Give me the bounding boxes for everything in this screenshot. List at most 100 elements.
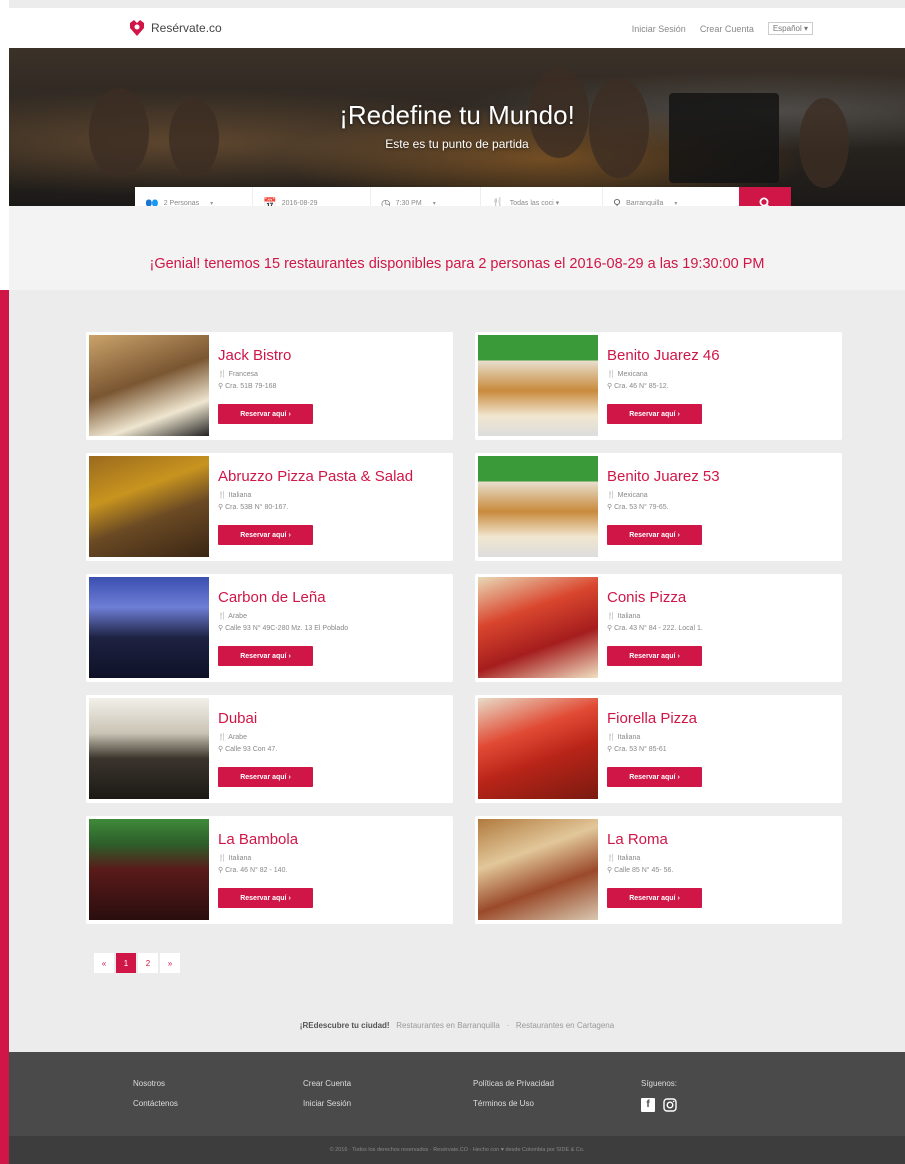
footer-column-2: Crear Cuenta Iniciar Sesión	[303, 1074, 351, 1114]
about-link[interactable]: Nosotros	[133, 1074, 178, 1094]
restaurant-address: ⚲ Cra. 53 N° 79-65.	[607, 504, 669, 511]
instagram-icon[interactable]	[663, 1098, 677, 1112]
reserve-button[interactable]: Reservar aquí ›	[607, 404, 702, 424]
restaurant-cuisine: 🍴 Arabe	[218, 613, 247, 620]
restaurant-photo	[478, 456, 598, 557]
restaurant-cuisine: 🍴 Italiana	[607, 613, 641, 620]
restaurant-photo	[89, 456, 209, 557]
availability-message: ¡Genial! tenemos 15 restaurantes disponi…	[149, 256, 765, 272]
restaurant-cuisine: 🍴 Italiana	[607, 734, 641, 741]
reserve-button[interactable]: Reservar aquí ›	[218, 767, 313, 787]
restaurant-address: ⚲ Cra. 53B N° 80-167.	[218, 504, 289, 511]
pagination-next[interactable]: »	[160, 953, 180, 973]
logo-icon	[130, 20, 144, 36]
restaurant-name[interactable]: La Roma	[607, 831, 668, 848]
restaurant-address: ⚲ Cra. 51B 79-168	[218, 383, 277, 390]
restaurant-card: Abruzzo Pizza Pasta & Salad 🍴 Italiana ⚲…	[86, 453, 453, 561]
footer-signup-link[interactable]: Crear Cuenta	[303, 1074, 351, 1094]
restaurant-card: Benito Juarez 46 🍴 Mexicana ⚲ Cra. 46 N°…	[475, 332, 842, 440]
restaurant-card: Conis Pizza 🍴 Italiana ⚲ Cra. 43 N° 84 -…	[475, 574, 842, 682]
reserve-button[interactable]: Reservar aquí ›	[218, 888, 313, 908]
barranquilla-link[interactable]: Restaurantes en Barranquilla	[396, 1021, 500, 1030]
restaurant-name[interactable]: Carbon de Leña	[218, 589, 326, 606]
reserve-button[interactable]: Reservar aquí ›	[218, 646, 313, 666]
restaurant-name[interactable]: Fiorella Pizza	[607, 710, 697, 727]
restaurant-cuisine: 🍴 Mexicana	[607, 371, 648, 378]
logo-text: Resérvate.co	[151, 21, 222, 35]
restaurant-card: La Roma 🍴 Italiana ⚲ Calle 85 N° 45- 56.…	[475, 816, 842, 924]
restaurant-photo	[89, 698, 209, 799]
restaurant-photo	[89, 577, 209, 678]
restaurant-photo	[478, 819, 598, 920]
contact-link[interactable]: Contáctenos	[133, 1094, 178, 1114]
footer-login-link[interactable]: Iniciar Sesión	[303, 1094, 351, 1114]
separator: ·	[506, 1021, 510, 1030]
restaurant-address: ⚲ Calle 93 Con 47.	[218, 746, 278, 753]
footer-column-3: Políticas de Privacidad Términos de Uso	[473, 1074, 554, 1114]
restaurant-address: ⚲ Cra. 43 N° 84 - 222. Local 1.	[607, 625, 703, 632]
restaurant-cuisine: 🍴 Italiana	[218, 855, 252, 862]
restaurant-cuisine: 🍴 Francesa	[218, 371, 258, 378]
restaurant-cuisine: 🍴 Arabe	[218, 734, 247, 741]
hero-banner: ¡Redefine tu Mundo! Este es tu punto de …	[9, 48, 905, 206]
reserve-button[interactable]: Reservar aquí ›	[607, 767, 702, 787]
restaurant-name[interactable]: Benito Juarez 46	[607, 347, 720, 364]
pagination-page-1[interactable]: 1	[116, 953, 136, 973]
privacy-link[interactable]: Políticas de Privacidad	[473, 1074, 554, 1094]
restaurant-name[interactable]: Abruzzo Pizza Pasta & Salad	[218, 468, 413, 485]
pagination-page-2[interactable]: 2	[138, 953, 158, 973]
footer-column-1: Nosotros Contáctenos	[133, 1074, 178, 1114]
hero-subtitle: Este es tu punto de partida	[385, 137, 529, 151]
reserve-button[interactable]: Reservar aquí ›	[218, 525, 313, 545]
pagination: « 1 2 »	[94, 953, 180, 973]
login-link[interactable]: Iniciar Sesión	[632, 24, 686, 34]
reserve-button[interactable]: Reservar aquí ›	[607, 525, 702, 545]
page-frame: Resérvate.co Iniciar Sesión Crear Cuenta…	[9, 0, 905, 1164]
restaurant-name[interactable]: Benito Juarez 53	[607, 468, 720, 485]
restaurant-address: ⚲ Calle 93 N° 49C-280 Mz. 13 El Poblado	[218, 625, 349, 632]
language-select[interactable]: Español ▾	[767, 22, 813, 35]
restaurant-cuisine: 🍴 Italiana	[607, 855, 641, 862]
top-navbar: Resérvate.co Iniciar Sesión Crear Cuenta…	[9, 8, 905, 48]
reserve-button[interactable]: Reservar aquí ›	[607, 646, 702, 666]
copyright-bar: © 2016 · Todos los derechos reservados ·…	[9, 1136, 905, 1164]
restaurant-card: Benito Juarez 53 🍴 Mexicana ⚲ Cra. 53 N°…	[475, 453, 842, 561]
restaurant-address: ⚲ Cra. 46 N° 82 - 140.	[218, 867, 288, 874]
pagination-prev[interactable]: «	[94, 953, 114, 973]
restaurant-photo	[89, 335, 209, 436]
logo[interactable]: Resérvate.co	[127, 18, 222, 38]
restaurant-card: La Bambola 🍴 Italiana ⚲ Cra. 46 N° 82 - …	[86, 816, 453, 924]
reserve-button[interactable]: Reservar aquí ›	[218, 404, 313, 424]
top-nav: Iniciar Sesión Crear Cuenta Español ▾	[632, 22, 813, 35]
restaurant-card: Jack Bistro 🍴 Francesa ⚲ Cra. 51B 79-168…	[86, 332, 453, 440]
restaurant-photo	[89, 819, 209, 920]
restaurant-address: ⚲ Calle 85 N° 45- 56.	[607, 867, 674, 874]
availability-section: ¡Genial! tenemos 15 restaurantes disponi…	[9, 206, 905, 290]
facebook-icon[interactable]: f	[641, 1098, 655, 1112]
restaurant-name[interactable]: Jack Bistro	[218, 347, 291, 364]
restaurant-photo	[478, 698, 598, 799]
restaurant-address: ⚲ Cra. 46 N° 85-12.	[607, 383, 669, 390]
rediscover-bar: ¡REdescubre tu ciudad! Restaurantes en B…	[9, 1021, 905, 1030]
footer: Nosotros Contáctenos Crear Cuenta Inicia…	[9, 1052, 905, 1136]
restaurant-name[interactable]: Dubai	[218, 710, 257, 727]
restaurant-name[interactable]: Conis Pizza	[607, 589, 686, 606]
social-title: Síguenos:	[641, 1079, 678, 1088]
left-accent-bar	[0, 290, 9, 1164]
restaurant-cuisine: 🍴 Italiana	[218, 492, 252, 499]
restaurant-name[interactable]: La Bambola	[218, 831, 298, 848]
restaurant-photo	[478, 335, 598, 436]
restaurant-card: Fiorella Pizza 🍴 Italiana ⚲ Cra. 53 N° 8…	[475, 695, 842, 803]
terms-link[interactable]: Términos de Uso	[473, 1094, 554, 1114]
reserve-button[interactable]: Reservar aquí ›	[607, 888, 702, 908]
signup-link[interactable]: Crear Cuenta	[700, 24, 754, 34]
restaurant-photo	[478, 577, 598, 678]
restaurant-cuisine: 🍴 Mexicana	[607, 492, 648, 499]
footer-social: Síguenos: f	[641, 1074, 677, 1112]
hero-title: ¡Redefine tu Mundo!	[339, 100, 575, 130]
rediscover-label: ¡REdescubre tu ciudad!	[299, 1021, 390, 1030]
restaurant-card: Carbon de Leña 🍴 Arabe ⚲ Calle 93 N° 49C…	[86, 574, 453, 682]
restaurant-card: Dubai 🍴 Arabe ⚲ Calle 93 Con 47. Reserva…	[86, 695, 453, 803]
cartagena-link[interactable]: Restaurantes en Cartagena	[516, 1021, 614, 1030]
restaurant-address: ⚲ Cra. 53 N° 85-61	[607, 746, 667, 753]
